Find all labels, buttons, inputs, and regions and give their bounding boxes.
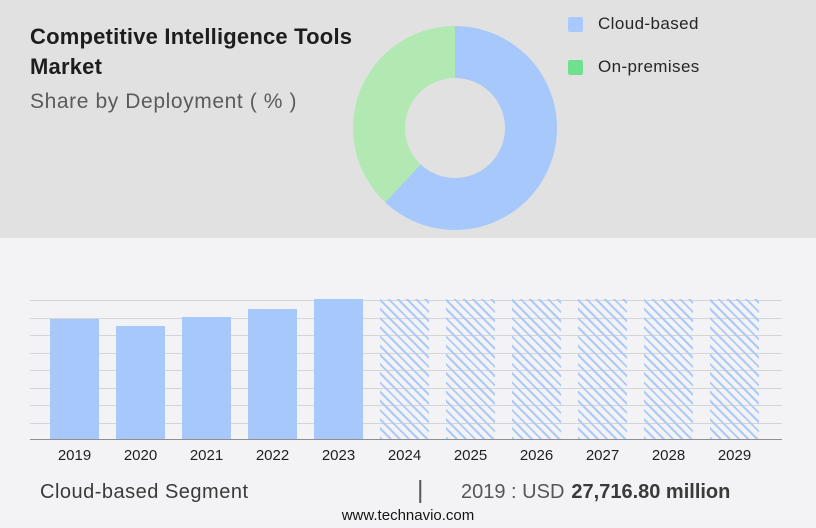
legend-item-on-premises: On-premises [568,57,700,76]
x-axis-label-2029: 2029 [717,447,752,464]
donut-hole [405,78,505,178]
x-axis-label-2023: 2023 [321,447,356,464]
title-block: Competitive Intelligence Tools Market Sh… [30,22,375,114]
bar-chart-plot [30,299,782,440]
bar-2021 [182,317,231,439]
footer-separator: | [417,476,424,504]
x-axis-label-2025: 2025 [453,447,488,464]
bar-2020 [116,325,165,439]
bar-2023 [314,299,363,439]
value-prefix: 2019 : USD [461,481,565,503]
bar-2029-forecast [710,299,759,439]
legend-label: On-premises [598,57,700,76]
x-axis-label-2028: 2028 [651,447,686,464]
on-premises-swatch-icon [568,59,583,75]
x-axis-label-2024: 2024 [387,447,422,464]
chart-subtitle: Share by Deployment ( % ) [30,90,298,113]
segment-value: 2019 : USD 27,716.80 million [461,481,730,504]
x-axis-labels: 2019 2020 2021 2022 2023 2024 2025 2026 2027 2028… [30,447,782,465]
bar-2028-forecast [644,299,693,439]
x-axis-label-2019: 2019 [57,447,92,464]
legend-label: Cloud-based [598,14,699,33]
bar-2027-forecast [578,299,627,439]
bar-2026-forecast [512,299,561,439]
legend-item-cloud-based: Cloud-based [568,14,700,33]
segment-caption: Cloud-based Segment [40,481,249,503]
page-title: Competitive Intelligence Tools Market [30,24,353,79]
x-axis-label-2020: 2020 [123,447,158,464]
x-axis-label-2022: 2022 [255,447,290,464]
value-amount: 27,716.80 million [571,481,731,503]
bar-2019 [50,318,99,439]
bar-2025-forecast [446,299,495,439]
bar-2022 [248,308,297,439]
donut-legend: Cloud-based On-premises [568,14,700,76]
x-axis-label-2027: 2027 [585,447,620,464]
bar-2024-forecast [380,299,429,439]
x-axis-label-2021: 2021 [189,447,224,464]
website-url: www.technavio.com [341,507,475,524]
x-axis-label-2026: 2026 [519,447,554,464]
cloud-based-swatch-icon [568,16,583,32]
header-panel: Competitive Intelligence Tools Market Sh… [0,0,816,238]
donut-chart [353,26,557,230]
